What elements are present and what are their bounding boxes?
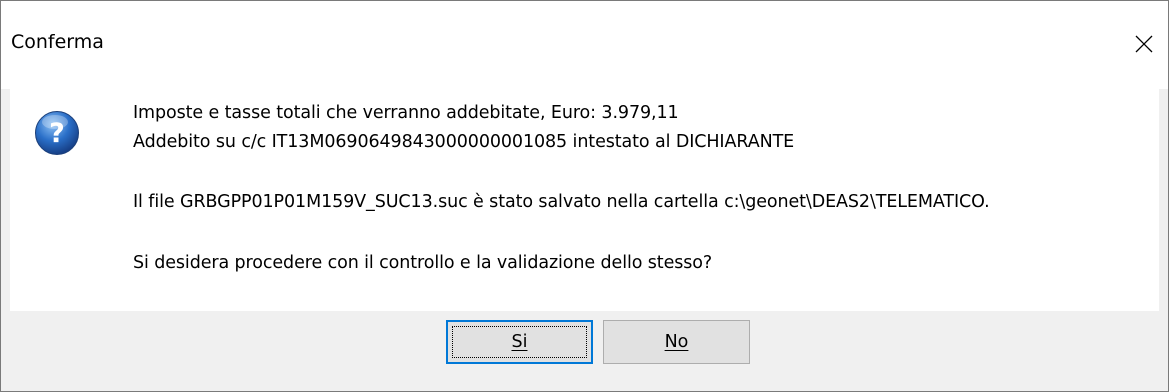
- dialog-title: Conferma: [11, 31, 104, 53]
- yes-button[interactable]: Si: [446, 320, 593, 364]
- message-line-question: Si desidera procedere con il controllo e…: [133, 253, 713, 273]
- dialog-right-border: [1159, 89, 1168, 391]
- no-button-label: No: [664, 332, 689, 352]
- title-bar[interactable]: Conferma: [1, 1, 1168, 89]
- question-icon: ?: [35, 111, 79, 155]
- dialog-button-bar: Si No: [10, 311, 1159, 391]
- confirm-dialog: Conferma ? Imposte e tasse totali che ve…: [0, 0, 1169, 392]
- message-line-account: Addebito su c/c IT13M0690649843000000001…: [133, 132, 795, 152]
- close-button[interactable]: [1120, 21, 1168, 67]
- message-line-amount: Imposte e tasse totali che verranno adde…: [133, 103, 679, 123]
- dialog-left-border: [1, 89, 10, 391]
- close-icon: [1135, 35, 1153, 53]
- dialog-body: ? Imposte e tasse totali che verranno ad…: [10, 89, 1159, 311]
- message-line-file: Il file GRBGPP01P01M159V_SUC13.suc è sta…: [133, 192, 990, 212]
- svg-text:?: ?: [49, 118, 65, 149]
- yes-button-label: Si: [511, 332, 528, 352]
- no-button[interactable]: No: [603, 320, 750, 364]
